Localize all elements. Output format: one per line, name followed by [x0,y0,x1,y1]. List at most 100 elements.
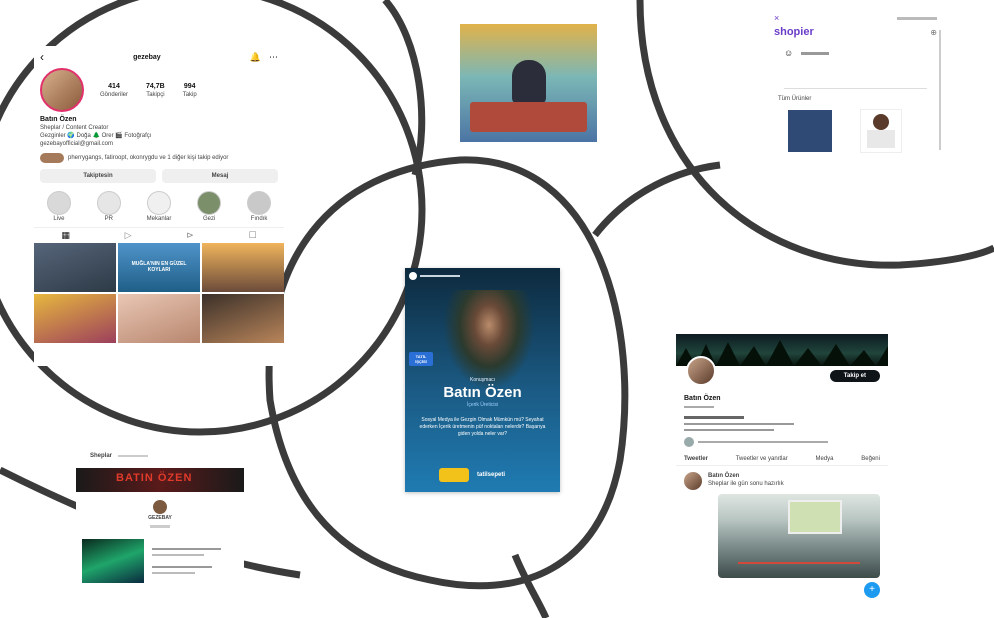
bio-line: Sheplar / Content Creator [40,125,109,131]
channel-name: GEZEBAY [148,515,172,521]
all-products-label: Tüm Ürünler [778,96,812,102]
shopier-store-card: × shopier ⊕ ☺ Tüm Ürünler [768,10,943,180]
mutual-follower-text [698,441,828,443]
channel-avatar[interactable] [153,500,167,514]
highlight-item[interactable]: Gezi [197,191,222,223]
shopier-logo[interactable]: shopier [774,26,814,38]
story-highlights: Live PR Mekanlar Gezi Fındık [34,187,284,227]
grid-tab-icon[interactable]: ▦ [61,230,70,241]
followed-by-note[interactable]: pherrygangs, fatiroopt, okonrygdu ve 1 d… [68,154,268,162]
twitter-bio-line [684,429,774,431]
twitter-name: Batın Özen [684,395,721,402]
stat-posts[interactable]: 414 Gönderiler [100,82,128,99]
window-shape [788,500,842,534]
message-button[interactable]: Mesaj [162,169,278,183]
red-line [738,562,860,564]
scrollbar[interactable] [939,30,941,150]
twitter-profile-card: Takip et Batın Özen Tweetler Tweetler ve… [676,334,888,604]
speaker-photo [443,290,535,390]
tweet-avatar [684,472,702,490]
mutual-follower-avatar [684,437,694,447]
post-thumbnail[interactable] [202,294,284,343]
tagged-tab-icon[interactable]: ☐ [249,230,257,241]
store-avatar-icon: ☺ [784,48,794,58]
tweet-item[interactable]: Batın Özen Sheplar ile gün sonu hazırlık [676,466,888,492]
instagram-username: gezebay [133,53,161,61]
follow-button[interactable]: Takip et [829,370,880,382]
video-thumbnail[interactable] [82,539,144,583]
subscribe-bar[interactable] [150,525,170,528]
stat-following[interactable]: 994 Takip [183,82,197,99]
event-logo [439,468,469,482]
twitter-bio-line [684,423,794,425]
mutual-avatars [40,153,64,163]
twitter-tabs: Tweetler Tweetler ve yanıtlar Medya Beğe… [676,453,888,466]
following-button[interactable]: Takiptesin [40,169,156,183]
store-name-bar [801,51,830,55]
product-list [768,103,943,159]
post-grid: MUĞLA'NIN EN GÜZEL KOYLARI [34,243,284,343]
event-questions: Sosyal Medya ile Gezgin Olmak Mümkün mü?… [419,417,546,437]
highlight-item[interactable]: PR [96,191,121,223]
tab-tweets[interactable]: Tweetler [684,455,708,463]
back-arrow-icon[interactable]: ‹ [40,50,44,64]
highlight-item[interactable]: Fındık [247,191,272,223]
video-title-line [152,566,213,568]
more-icon[interactable]: ⋯ [269,52,278,63]
twitter-handle-bar [684,406,714,408]
speaker-role: İçerik Üreticisi [466,402,499,408]
tab-likes[interactable]: Beğeni [861,455,880,463]
header-bar [897,16,937,20]
tweet-text: Sheplar ile gün sonu hazırlık [708,481,784,487]
video-title-line [152,554,204,556]
channel-header-label: Sheplar [90,453,113,459]
host-logo-icon [409,272,417,280]
post-thumbnail[interactable] [34,243,116,292]
thumbnail-table [470,102,587,132]
thumbnail-person [512,60,546,104]
cart-icon[interactable]: ⊕ [930,28,937,37]
video-title-line [152,548,221,550]
video-title-line [152,572,195,574]
post-thumbnail[interactable] [118,294,200,343]
product-item[interactable] [860,109,902,153]
speaker-label: Konuşmacı [469,377,495,383]
speaker-name: Batın Özen [443,384,522,401]
highlight-item[interactable]: Live [46,191,71,223]
twitter-avatar[interactable] [686,356,716,386]
post-thumbnail[interactable] [34,294,116,343]
video-thumbnail-card[interactable] [460,24,597,142]
compose-tweet-button[interactable]: + [864,582,880,598]
instagram-profile-card: ‹ gezebay 🔔 ⋯ 414 Gönderiler 74,7B Takip… [34,46,284,366]
profile-tabs: ▦ ▷ ⊳ ☐ [34,227,284,243]
bio-email-link[interactable]: gezebayofficial@gmail.com [40,140,278,148]
instagram-top-bar: ‹ gezebay 🔔 ⋯ [34,46,284,68]
bell-icon[interactable]: 🔔 [250,52,261,63]
channel-banner: BATIN ÖZEN [76,468,244,492]
profile-name: Batın Özen [40,116,77,123]
event-badge: TATİL İŞÇİSİ [409,352,433,366]
twitter-bio-line [684,416,744,419]
tab-tweets-replies[interactable]: Tweetler ve yanıtlar [736,455,788,463]
instagram-stats: 414 Gönderiler 74,7B Takipçi 994 Takip [100,82,197,99]
post-thumbnail[interactable] [202,243,284,292]
product-item[interactable] [788,110,832,152]
brand-logo: tatilsepeti [477,472,506,478]
youtube-channel-card: Sheplar BATIN ÖZEN GEZEBAY [76,448,244,600]
bio-line: Gezginler 🌍 Doğa 🌲 Orer 🎬 Fotoğrafçı [40,133,152,139]
divider [784,88,927,89]
event-poster-card[interactable]: TATİL İŞÇİSİ Konuşmacı Batın Özen İçerik… [405,268,560,492]
header-divider [118,455,149,457]
stat-followers[interactable]: 74,7B Takipçi [146,82,165,99]
tweet-media[interactable] [718,494,880,578]
reels-tab-icon[interactable]: ▷ [125,230,132,241]
host-name-bar [420,275,460,277]
post-thumbnail[interactable]: MUĞLA'NIN EN GÜZEL KOYLARI [118,243,200,292]
avatar[interactable] [40,68,84,112]
close-icon[interactable]: × [774,13,779,23]
instagram-profile-header: 414 Gönderiler 74,7B Takipçi 994 Takip [34,68,284,112]
highlight-item[interactable]: Mekanlar [147,191,171,223]
tweet-author: Batın Özen [708,473,740,479]
tab-media[interactable]: Medya [816,455,834,463]
video-tab-icon[interactable]: ⊳ [186,230,194,241]
